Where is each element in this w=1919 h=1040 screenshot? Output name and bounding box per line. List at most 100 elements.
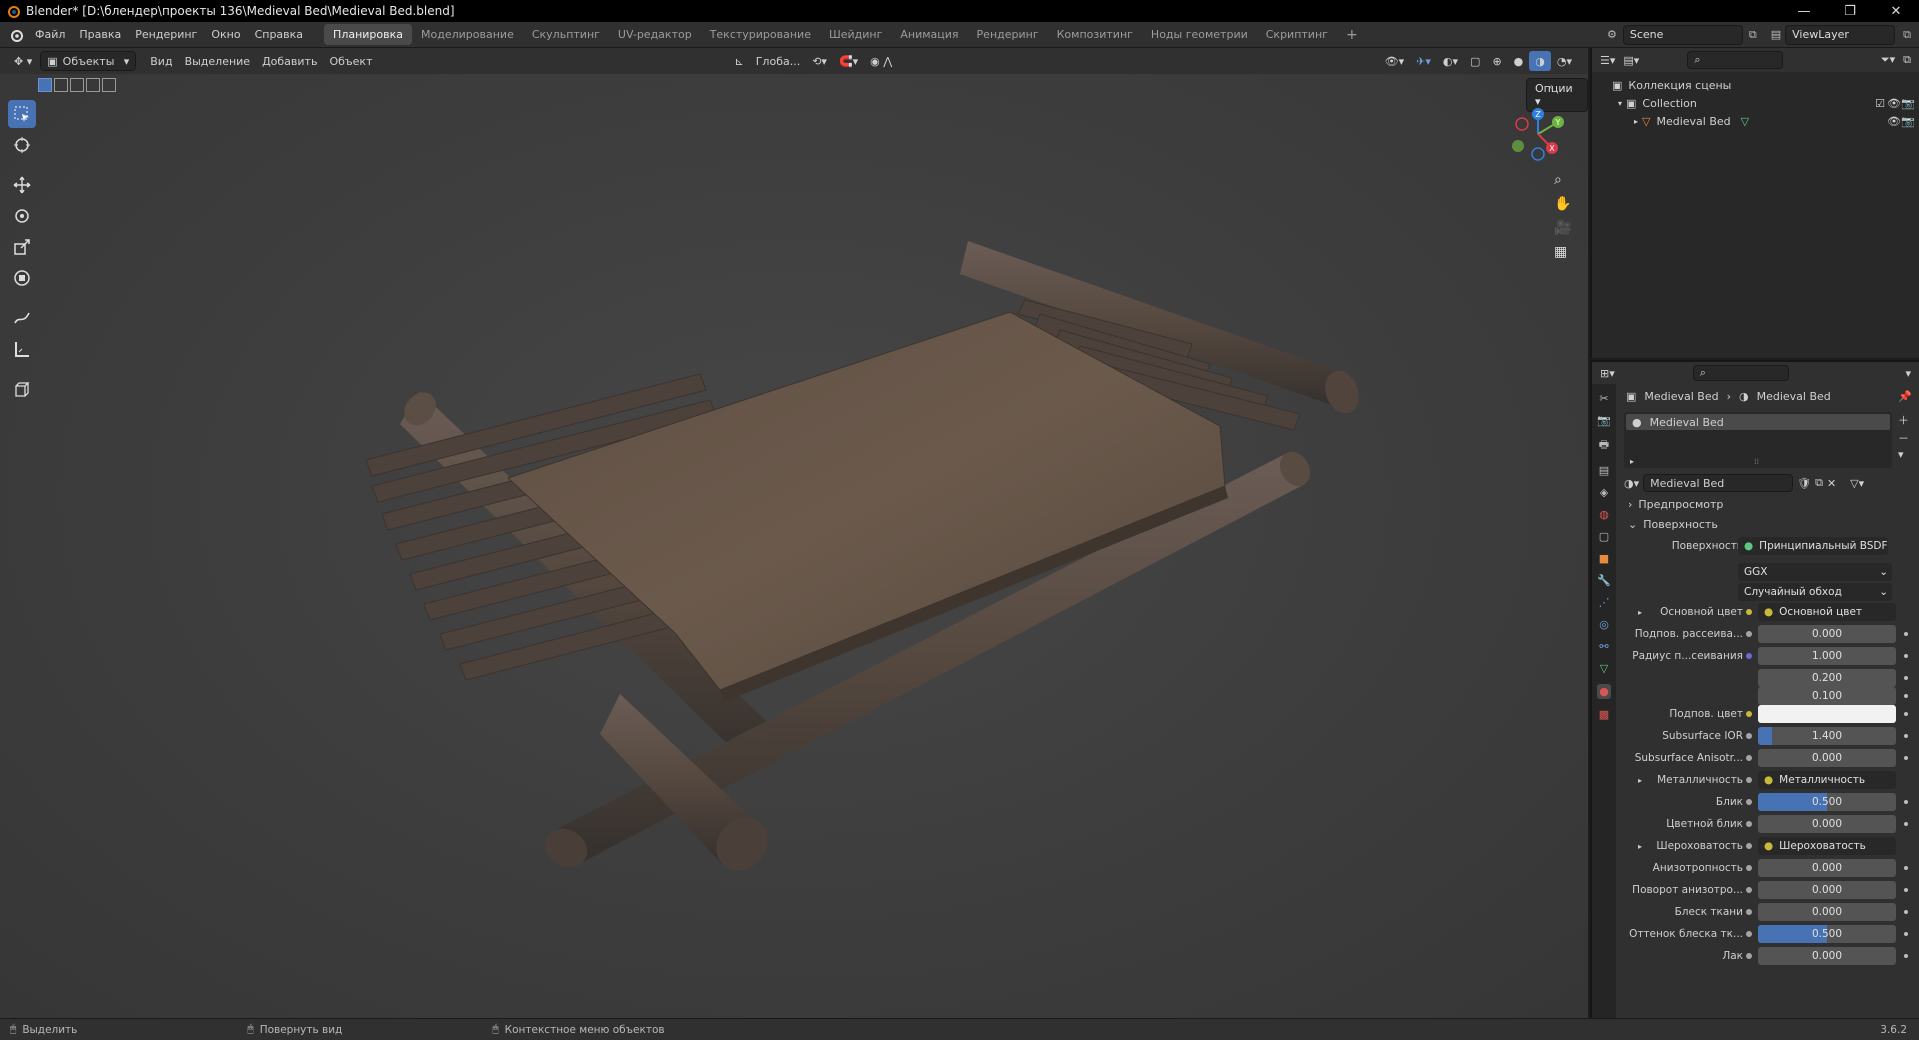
surface-panel-header[interactable]: ⌄ Поверхность [1628, 518, 1718, 531]
tab-compositing[interactable]: Композитинг [1048, 24, 1142, 45]
expand-arrow-icon[interactable]: ▸ [1638, 842, 1642, 851]
expand-arrow-icon[interactable]: ▸ [1630, 457, 1634, 466]
number-field[interactable]: 0.100 [1758, 687, 1896, 705]
socket-dot-icon[interactable] [1746, 755, 1752, 761]
socket-dot-icon[interactable] [1746, 953, 1752, 959]
material-slot-row[interactable]: ● Medieval Bed [1626, 414, 1890, 430]
keyframe-dot-icon[interactable] [1904, 756, 1908, 760]
linked-input-field[interactable]: ● Шероховатость [1758, 837, 1896, 855]
restore-button[interactable]: ❐ [1827, 4, 1873, 19]
view-layer-tab-icon[interactable]: ▤ [1599, 464, 1609, 477]
blender-menu-icon[interactable] [8, 27, 24, 43]
socket-dot-icon[interactable] [1746, 799, 1752, 805]
properties-editor-icon[interactable]: ⊞▾ [1600, 367, 1615, 380]
properties-search-input[interactable]: ⌕ [1692, 365, 1789, 381]
socket-dot-icon[interactable] [1746, 887, 1752, 893]
copy-view-layer-icon[interactable]: ⧉ [1903, 28, 1911, 42]
menu-render[interactable]: Рендеринг [128, 28, 204, 41]
solid-shading-icon[interactable]: ● [1508, 51, 1530, 71]
keyframe-dot-icon[interactable] [1904, 712, 1908, 716]
socket-dot-icon[interactable] [1746, 631, 1752, 637]
minimize-button[interactable]: — [1781, 4, 1827, 19]
camera-icon[interactable]: 📷 [1901, 115, 1915, 128]
socket-dot-icon[interactable] [1746, 653, 1752, 659]
menu-add[interactable]: Добавить [256, 51, 323, 71]
close-button[interactable]: ✕ [1873, 4, 1919, 19]
socket-dot-icon[interactable] [1746, 777, 1752, 783]
slot-menu-icon[interactable]: ▾ [1898, 448, 1909, 461]
display-mode-icon[interactable]: ▤▾ [1623, 54, 1639, 67]
socket-dot-icon[interactable] [1746, 931, 1752, 937]
expand-arrow-icon[interactable]: ▾ [1618, 99, 1622, 108]
number-field[interactable]: 0.000 [1758, 903, 1896, 921]
menu-file[interactable]: Файл [28, 28, 72, 41]
material-browse-icon[interactable]: ◑▾ [1624, 477, 1639, 490]
socket-dot-icon[interactable] [1746, 909, 1752, 915]
number-field[interactable]: 0.000 [1758, 815, 1896, 833]
keyframe-dot-icon[interactable] [1904, 822, 1908, 826]
socket-dot-icon[interactable] [1746, 609, 1752, 615]
mesh-data-icon[interactable]: ▽ [1741, 115, 1749, 128]
tab-rendering[interactable]: Рендеринг [968, 24, 1048, 45]
scene-selector[interactable]: Scene [1622, 24, 1743, 45]
number-field[interactable]: 1.400 [1758, 727, 1896, 745]
xray-toggle-icon[interactable]: ▢ [1464, 51, 1486, 71]
rendered-shading-icon[interactable]: ◔▾ [1551, 51, 1578, 71]
number-field[interactable]: 0.200 [1758, 669, 1896, 687]
chevron-down-icon[interactable]: ▾ [1905, 367, 1911, 380]
menu-edit[interactable]: Правка [72, 28, 128, 41]
subsurface-method-dropdown[interactable]: Случайный обход ⌄ [1738, 583, 1892, 601]
keyframe-dot-icon[interactable] [1904, 954, 1908, 958]
camera-icon[interactable]: 📷 [1901, 97, 1915, 110]
socket-dot-icon[interactable] [1746, 821, 1752, 827]
overlay-toggle-icon[interactable]: ◐▾ [1437, 51, 1464, 71]
medieval-bed-model[interactable] [0, 74, 1588, 1018]
distribution-dropdown[interactable]: GGX ⌄ [1738, 563, 1892, 581]
pin-icon[interactable]: 📌 [1898, 390, 1912, 403]
mode-selector[interactable]: ▣ Объекты ▾ [40, 51, 137, 71]
tab-sculpting[interactable]: Скульптинг [523, 24, 609, 45]
editor-type-icon[interactable]: ✥ ▾ [8, 51, 38, 71]
outliner-row-collection[interactable]: ▾ ▣ Collection ☑ 👁 📷 [1592, 94, 1919, 112]
fake-user-icon[interactable]: 🛡 [1797, 477, 1811, 490]
keyframe-dot-icon[interactable] [1904, 654, 1908, 658]
unlink-material-icon[interactable]: ✕ [1827, 477, 1836, 490]
tab-shading[interactable]: Шейдинг [820, 24, 891, 45]
world-tab-icon[interactable]: ◍ [1599, 508, 1609, 521]
keyframe-dot-icon[interactable] [1904, 694, 1908, 698]
menu-select[interactable]: Выделение [179, 51, 257, 71]
number-field[interactable]: 0.000 [1758, 859, 1896, 877]
snap-icon[interactable]: 🧲▾ [833, 51, 864, 71]
output-tab-icon[interactable]: 🖶 [1599, 436, 1609, 455]
resize-handle-icon[interactable]: ⁞⁞ [1754, 457, 1759, 466]
new-collection-icon[interactable]: ⧉ [1903, 53, 1911, 67]
eye-icon[interactable]: 👁 [1887, 115, 1901, 128]
preview-panel-header[interactable]: › Предпросмотр [1628, 498, 1723, 511]
number-field[interactable]: 0.000 [1758, 749, 1896, 767]
menu-object[interactable]: Объект [323, 51, 378, 71]
linked-input-field[interactable]: ● Металличность [1758, 771, 1896, 789]
socket-dot-icon[interactable] [1746, 843, 1752, 849]
expand-arrow-icon[interactable]: ▸ [1638, 776, 1642, 785]
duplicate-material-icon[interactable]: ⧉ [1815, 476, 1823, 490]
keyframe-dot-icon[interactable] [1904, 932, 1908, 936]
render-tab-icon[interactable]: 📷 [1597, 414, 1611, 427]
menu-window[interactable]: Окно [204, 28, 247, 41]
keyframe-dot-icon[interactable] [1904, 676, 1908, 680]
transform-orientation-dropdown[interactable]: Глоба... [750, 51, 806, 71]
tab-scripting[interactable]: Скриптинг [1257, 24, 1337, 45]
number-field[interactable]: 0.500 [1758, 925, 1896, 943]
wireframe-shading-icon[interactable]: ⊕ [1486, 51, 1507, 71]
keyframe-dot-icon[interactable] [1904, 866, 1908, 870]
copy-scene-icon[interactable]: ⧉ [1749, 28, 1757, 42]
outliner-editor-icon[interactable]: ☰▾ [1600, 54, 1615, 67]
gizmo-toggle-icon[interactable]: ✈▾ [1410, 51, 1437, 71]
expand-arrow-icon[interactable]: ▸ [1638, 608, 1642, 617]
scene-tab-icon[interactable]: ◈ [1600, 486, 1608, 499]
outliner-row-object[interactable]: ▸ ▽ Medieval Bed ▽ 👁 📷 [1592, 112, 1919, 130]
surface-shader-field[interactable]: ● Принципиальный BSDF [1738, 537, 1888, 555]
3d-viewport[interactable]: Опции ▾ Z Y X ‹ ⌕ ✋ 🎥 ▦ [0, 74, 1588, 1018]
outliner-search-input[interactable]: ⌕ [1687, 51, 1784, 69]
keyframe-dot-icon[interactable] [1904, 734, 1908, 738]
visibility-icon[interactable]: 👁▾ [1379, 51, 1411, 71]
